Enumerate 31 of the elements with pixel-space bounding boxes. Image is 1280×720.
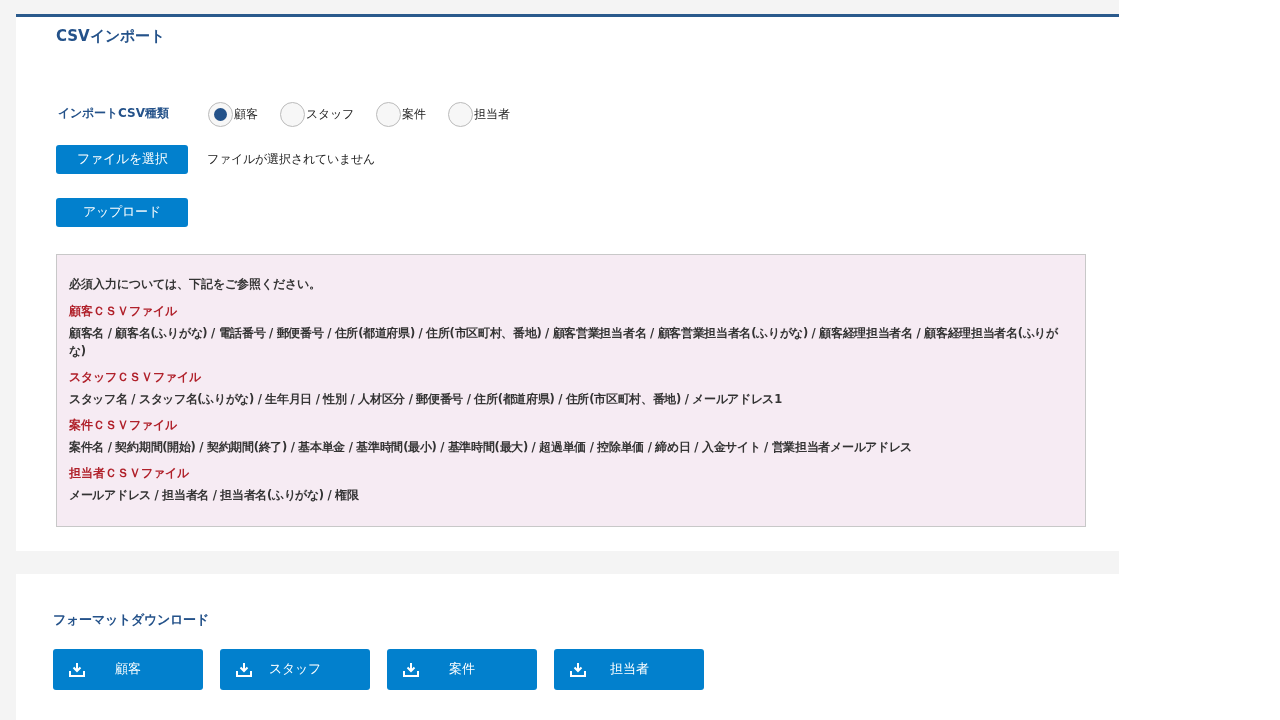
radio-option[interactable]: 担当者 [448, 101, 510, 127]
download-icon [570, 661, 586, 677]
radio-option[interactable]: 案件 [376, 101, 426, 127]
required-fields: 顧客名 / 顧客名(ふりがな) / 電話番号 / 郵便番号 / 住所(都道府県) / 住所(市区町村、番地) / 顧客営業担当者名 / 顧客営業担当者名(ふりがな) / 顧客経理担当者名 / 顧客経理担当者名(ふりがな) [69, 323, 1073, 360]
required-fields: スタッフ名 / スタッフ名(ふりがな) / 生年月日 / 性別 / 人材区分 / 郵便番号 / 住所(都道府県) / 住所(市区町村、番地) / メールアドレス1 [69, 389, 1073, 408]
field-label: インポートCSV種類 [58, 104, 170, 122]
required-fields: メールアドレス / 担当者名 / 担当者名(ふりがな) / 権限 [69, 485, 1073, 504]
required-fields: 案件名 / 契約期間(開始) / 契約期間(終了) / 基本単金 / 基準時間(最小) / 基準時間(最大) / 超過単価 / 控除単価 / 締め日 / 入金サイト / 営業担当者メールアドレス [69, 437, 1073, 456]
choose-file-button[interactable]: ファイルを選択 [56, 144, 188, 174]
download-icon [403, 661, 419, 677]
file-heading: スタッフＣＳＶファイル [69, 368, 202, 386]
radio-button[interactable] [376, 101, 401, 127]
download-icon [69, 661, 85, 677]
radio-option[interactable]: スタッフ [280, 101, 354, 127]
upload-button[interactable]: アップロード [56, 197, 188, 227]
section-title: フォーマットダウンロード [53, 611, 209, 629]
download-icon [236, 661, 252, 677]
download-button[interactable]: 案件 [387, 648, 537, 690]
file-status: ファイルが選択されていません [207, 151, 375, 168]
radio-option[interactable]: 顧客 [208, 101, 258, 127]
radio-button[interactable] [208, 101, 233, 127]
file-heading: 案件ＣＳＶファイル [69, 416, 178, 434]
section-title: CSVインポート [56, 26, 165, 47]
info-intro: 必須入力については、下記をご参照ください。 [69, 275, 322, 293]
download-button[interactable]: 担当者 [554, 648, 704, 690]
radio-button[interactable] [448, 101, 473, 127]
file-heading: 担当者ＣＳＶファイル [69, 464, 190, 482]
download-button[interactable]: スタッフ [220, 648, 370, 690]
radio-button[interactable] [280, 101, 305, 127]
download-button[interactable]: 顧客 [53, 648, 203, 690]
file-heading: 顧客ＣＳＶファイル [69, 302, 178, 320]
